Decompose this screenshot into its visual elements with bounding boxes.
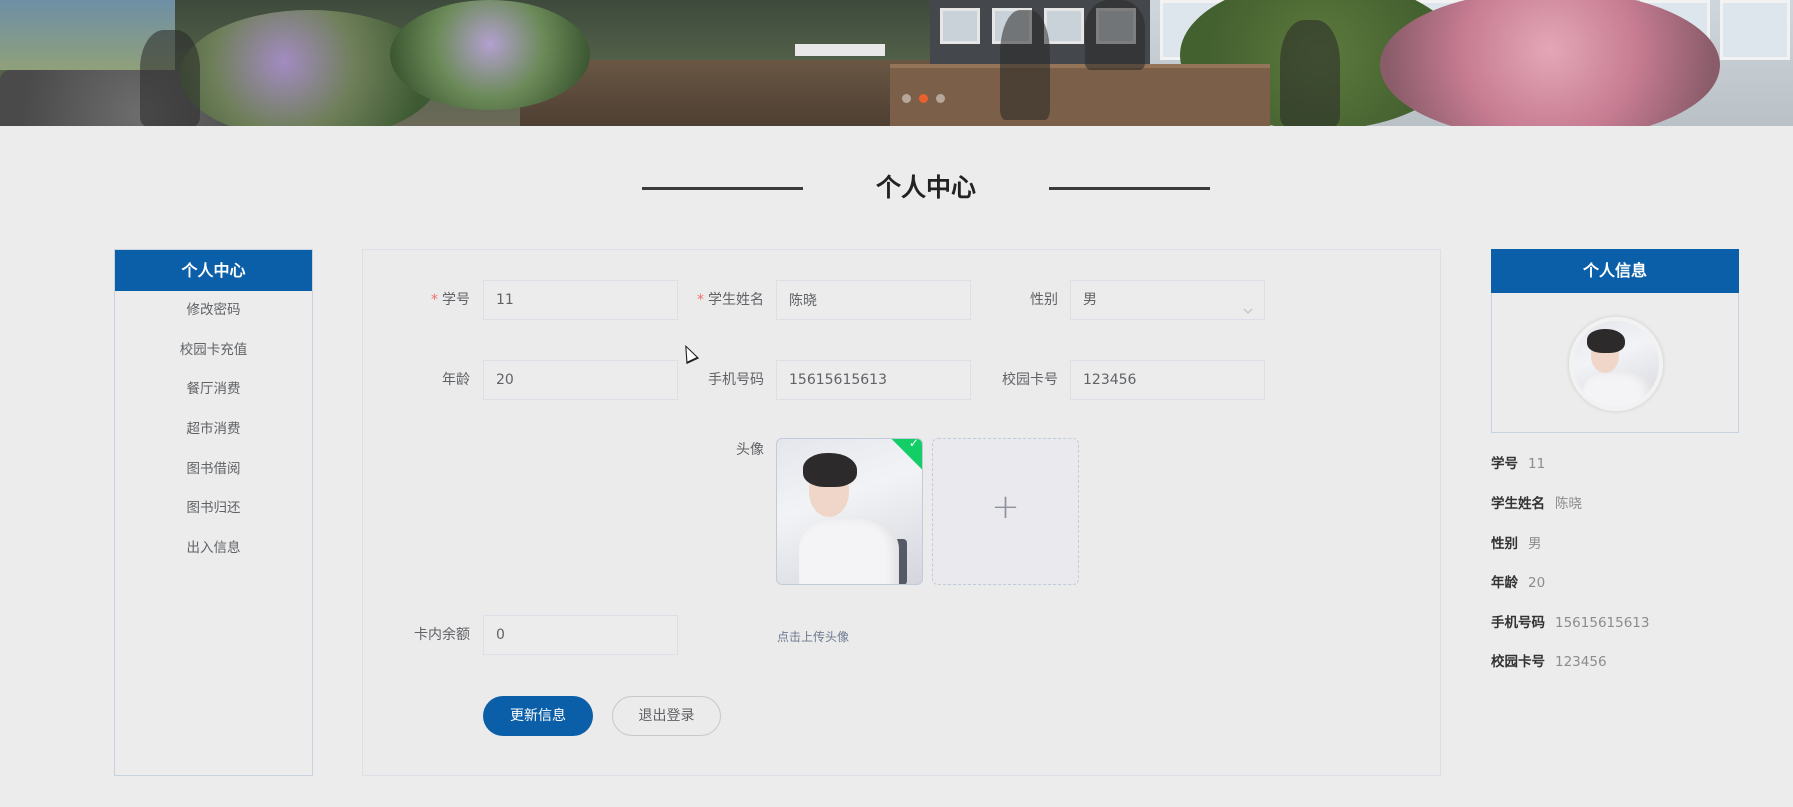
upload-success-badge: ✓ — [890, 438, 922, 471]
personal-info-title: 个人信息 — [1491, 249, 1739, 293]
upload-hint-text: 点击上传头像 — [777, 630, 850, 644]
sidebar-item-book-borrow[interactable]: 图书借阅 — [115, 450, 312, 490]
info-row-age: 年龄 20 — [1491, 575, 1546, 591]
gender-selected-value: 男 — [1083, 292, 1097, 308]
section-title: 个人中心 — [0, 170, 1793, 206]
student-id-label: * 学号 — [431, 292, 470, 308]
balance-label: 卡内余额 — [414, 627, 470, 643]
avatar-label: 头像 — [736, 442, 764, 458]
avatar-preview[interactable]: ✓ — [776, 438, 923, 585]
sidebar-item-change-password[interactable]: 修改密码 — [115, 291, 312, 331]
left-sidebar: 个人中心 修改密码 校园卡充值 餐厅消费 超市消费 图书借阅 图书归还 出入信息 — [114, 249, 313, 776]
info-row-student-name: 学生姓名 陈晓 — [1491, 496, 1582, 512]
sidebar-item-supermarket-spending[interactable]: 超市消费 — [115, 410, 312, 450]
sidebar-item-book-return[interactable]: 图书归还 — [115, 489, 312, 529]
plus-icon: + — [991, 487, 1020, 527]
phone-label: 手机号码 — [708, 372, 764, 388]
avatar-upload-button[interactable]: + — [932, 438, 1079, 585]
carousel-dot[interactable] — [902, 94, 911, 103]
required-mark: * — [697, 292, 704, 308]
personal-info-panel: 个人信息 学号 11 学生姓名 陈晓 性别男 年龄 20 手机号码 1561561561… — [1491, 249, 1739, 670]
logout-button[interactable]: 退出登录 — [612, 696, 721, 736]
carousel-indicators — [902, 94, 945, 103]
gender-select[interactable]: 男 — [1070, 280, 1265, 320]
personal-avatar-box — [1491, 293, 1739, 433]
banner-carousel[interactable] — [0, 0, 1793, 126]
gender-label: 性别 — [1030, 292, 1058, 308]
info-row-phone: 手机号码 15615615613 — [1491, 615, 1650, 631]
title-line-right — [1049, 187, 1210, 190]
check-icon: ✓ — [908, 438, 919, 450]
chevron-down-icon — [1242, 294, 1254, 332]
page-title: 个人中心 — [875, 173, 976, 202]
avatar — [1569, 317, 1663, 411]
info-row-card-no: 校园卡号 123456 — [1491, 654, 1607, 670]
student-id-input[interactable] — [483, 280, 678, 320]
card-no-label: 校园卡号 — [1002, 372, 1058, 388]
title-line-left — [642, 187, 803, 190]
age-input[interactable] — [483, 360, 678, 400]
info-row-gender: 性别男 — [1491, 536, 1542, 552]
required-mark: * — [431, 292, 438, 308]
update-info-button[interactable]: 更新信息 — [483, 696, 593, 736]
phone-input[interactable] — [776, 360, 971, 400]
age-label: 年龄 — [442, 372, 470, 388]
sidebar-item-card-recharge[interactable]: 校园卡充值 — [115, 331, 312, 371]
card-no-input[interactable] — [1070, 360, 1265, 400]
carousel-dot[interactable] — [936, 94, 945, 103]
carousel-dot-active[interactable] — [919, 94, 928, 103]
student-name-input[interactable] — [776, 280, 971, 320]
sidebar-title[interactable]: 个人中心 — [115, 250, 312, 291]
student-name-label: * 学生姓名 — [697, 292, 764, 308]
profile-form-panel: *学号 *学生姓名 性别 男 年龄 手机号码 校园卡号 头像 ✓ + 卡内余额 … — [362, 249, 1441, 776]
sidebar-item-restaurant-spending[interactable]: 餐厅消费 — [115, 370, 312, 410]
sidebar-item-access-records[interactable]: 出入信息 — [115, 529, 312, 569]
info-row-student-id: 学号 11 — [1491, 456, 1546, 472]
balance-input[interactable] — [483, 615, 678, 655]
